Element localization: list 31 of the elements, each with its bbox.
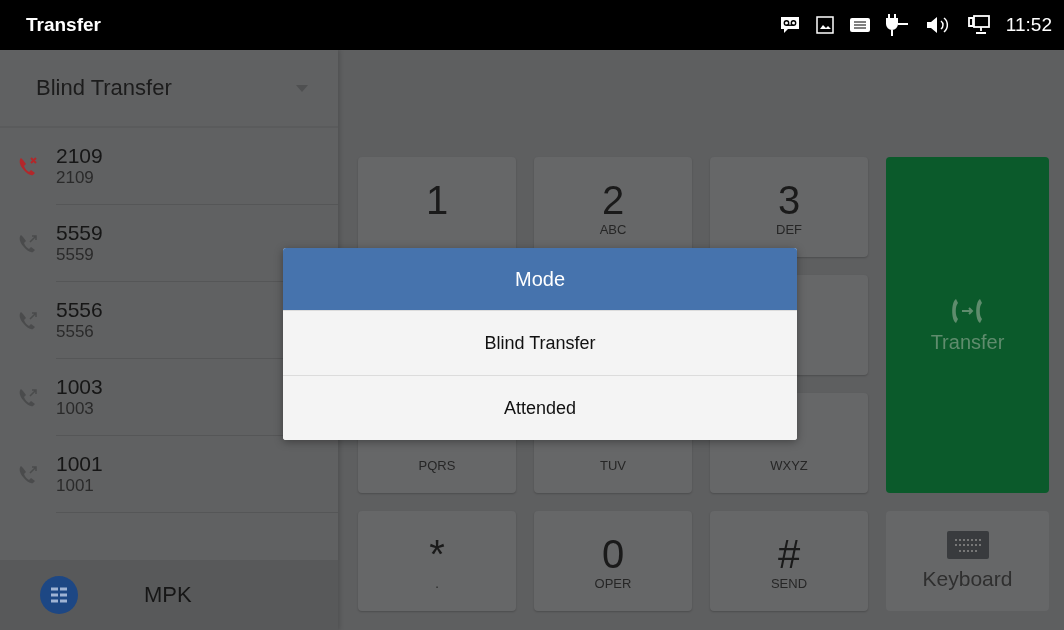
contact-number: 1003 [56, 399, 95, 419]
contact-name: 2109 [56, 144, 104, 168]
contact-name: 5556 [56, 298, 104, 322]
screen-title: Transfer [26, 14, 102, 36]
dial-key[interactable]: 0 OPER [534, 511, 692, 611]
contact-number: 5556 [56, 322, 95, 342]
image-icon [815, 16, 834, 34]
contact-name: 1003 [56, 375, 104, 399]
mode-dropdown[interactable]: Blind Transfer [0, 50, 338, 128]
voicemail-icon [779, 16, 800, 34]
transfer-button[interactable]: Transfer [886, 157, 1049, 493]
network-icon [967, 15, 990, 35]
contact-number: 1001 [56, 476, 95, 496]
dialog-option[interactable]: Attended [283, 375, 797, 440]
dial-key[interactable]: 3 DEF [710, 157, 868, 257]
plug-icon [885, 14, 910, 36]
keyboard-button[interactable]: Keyboard [886, 511, 1049, 611]
dial-key[interactable]: * . [358, 511, 516, 611]
keyboard-icon [946, 531, 989, 559]
grid-menu-icon[interactable] [40, 576, 78, 614]
contact-number: 5559 [56, 245, 95, 265]
clock-time: 11:52 [1005, 14, 1052, 36]
dialog-option[interactable]: Blind Transfer [283, 310, 797, 375]
contact-name: 5559 [56, 221, 104, 245]
call-log-row[interactable]: 2109 2109 [0, 128, 338, 205]
dialog-title: Mode [283, 248, 797, 310]
dial-key[interactable]: # SEND [710, 511, 868, 611]
contact-name: 1001 [56, 452, 104, 476]
mpk-label[interactable]: MPK [144, 582, 192, 608]
contact-number: 2109 [56, 168, 95, 188]
badge-icon [849, 18, 870, 32]
